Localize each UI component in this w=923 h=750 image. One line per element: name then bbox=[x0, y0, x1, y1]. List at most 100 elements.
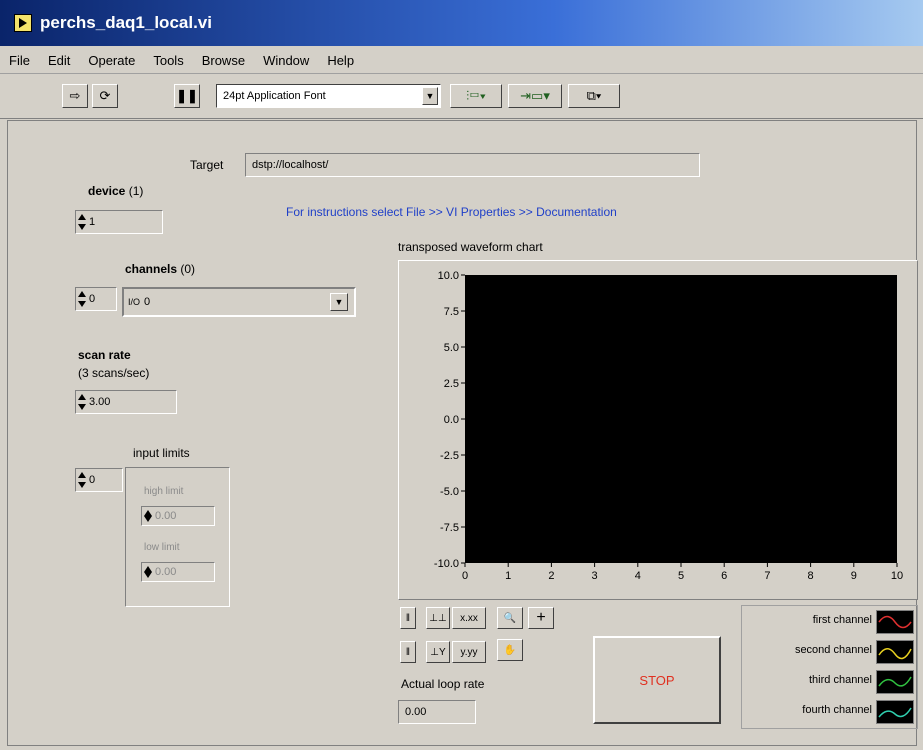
menu-file[interactable]: File bbox=[0, 53, 39, 68]
pause-button[interactable]: ❚❚ bbox=[174, 84, 200, 108]
x-tick-label: 0 bbox=[462, 570, 468, 582]
menu-operate[interactable]: Operate bbox=[79, 53, 144, 68]
device-label: device (1) bbox=[88, 184, 143, 198]
hand-icon: ✋ bbox=[503, 644, 517, 656]
y-format-icon: y.yy bbox=[460, 646, 478, 658]
legend-label: first channel bbox=[812, 614, 872, 626]
increment-decrement-icon[interactable] bbox=[144, 509, 152, 523]
scan-rate-label: scan rate bbox=[78, 348, 131, 362]
x-tick-label: 5 bbox=[678, 570, 684, 582]
font-dropdown[interactable]: 24pt Application Font ▼ bbox=[216, 84, 441, 108]
reorder-icon: ⧉▾ bbox=[586, 88, 602, 103]
menu-edit[interactable]: Edit bbox=[39, 53, 79, 68]
legend-swatch bbox=[876, 610, 914, 634]
menu-tools[interactable]: Tools bbox=[144, 53, 192, 68]
target-field[interactable]: dstp://localhost/ bbox=[245, 153, 700, 177]
legend-swatch bbox=[876, 670, 914, 694]
run-continuously-button[interactable]: ⟳ bbox=[92, 84, 118, 108]
menu-window[interactable]: Window bbox=[254, 53, 318, 68]
menu-browse[interactable]: Browse bbox=[193, 53, 254, 68]
waveform-chart: 10.0 7.5 5.0 2.5 0.0 -2.5 -5.0 -7.5 -10.0 0 1 2 3 4 5 6… bbox=[398, 260, 918, 600]
legend-label: third channel bbox=[809, 674, 872, 686]
y-format-button[interactable]: y.yy bbox=[452, 641, 486, 663]
device-value: 1 bbox=[89, 216, 96, 228]
x-tick-label: 2 bbox=[548, 570, 554, 582]
plot-area bbox=[465, 275, 897, 563]
increment-decrement-icon[interactable] bbox=[78, 290, 86, 308]
y-tick-label: -10.0 bbox=[434, 558, 459, 570]
input-limits-array-index[interactable]: 0 bbox=[75, 468, 123, 492]
x-format-button[interactable]: x.xx bbox=[452, 607, 486, 629]
align-objects-button[interactable]: ⫶▭▾ bbox=[450, 84, 502, 108]
channel-string-icon: I/O bbox=[128, 297, 141, 307]
legend-item[interactable]: second channel bbox=[742, 638, 918, 666]
legend-label: second channel bbox=[794, 644, 872, 656]
device-numeric[interactable]: 1 bbox=[75, 210, 163, 234]
high-limit-label: high limit bbox=[144, 486, 184, 497]
input-limits-cluster: high limit 0.00 low limit 0.00 bbox=[125, 467, 230, 607]
channels-array-index[interactable]: 0 bbox=[75, 287, 117, 311]
legend-swatch bbox=[876, 640, 914, 664]
x-scale-lock-button[interactable]: ‖ bbox=[400, 607, 416, 629]
window-title: perchs_daq1_local.vi bbox=[40, 13, 212, 32]
increment-decrement-icon[interactable] bbox=[144, 565, 152, 579]
stop-button[interactable]: STOP bbox=[593, 636, 721, 724]
input-limits-index-value: 0 bbox=[89, 474, 96, 486]
chevron-down-icon[interactable]: ▼ bbox=[330, 293, 348, 311]
x-tick-label: 10 bbox=[891, 570, 903, 582]
crosshair-icon: + bbox=[536, 609, 546, 626]
x-tick-label: 3 bbox=[592, 570, 598, 582]
high-limit-value: 0.00 bbox=[155, 510, 177, 522]
title-bar: perchs_daq1_local.vi bbox=[0, 0, 923, 46]
run-button[interactable]: ⇨ bbox=[62, 84, 88, 108]
scan-rate-numeric[interactable]: 3.00 bbox=[75, 390, 177, 414]
x-autoscale-button[interactable]: ⊥⊥ bbox=[426, 607, 450, 629]
legend-item[interactable]: first channel bbox=[742, 608, 918, 636]
distribute-objects-button[interactable]: ⇥▭▾ bbox=[508, 84, 562, 108]
y-tick-label: 0.0 bbox=[444, 414, 459, 426]
pan-button[interactable]: ✋ bbox=[497, 639, 523, 661]
menu-bar: File Edit Operate Tools Browse Window He… bbox=[0, 47, 923, 74]
waveform-chart-svg: 10.0 7.5 5.0 2.5 0.0 -2.5 -5.0 -7.5 -10.00 1 2 3 4 5 6… bbox=[434, 270, 903, 582]
channels-label-suffix: (0) bbox=[180, 262, 196, 276]
zoom-button[interactable]: 🔍 bbox=[497, 607, 523, 629]
legend-label: fourth channel bbox=[802, 704, 872, 716]
y-scale-icon: ⊥Y bbox=[430, 646, 446, 658]
lock-icon: ‖ bbox=[405, 612, 411, 624]
y-tick-label: 10.0 bbox=[438, 270, 459, 282]
menu-help[interactable]: Help bbox=[318, 53, 363, 68]
loop-rate-indicator: 0.00 bbox=[398, 700, 476, 724]
x-tick-label: 1 bbox=[505, 570, 511, 582]
reorder-button[interactable]: ⧉▾ bbox=[568, 84, 620, 108]
y-autoscale-button[interactable]: ⊥Y bbox=[426, 641, 450, 663]
align-icon: ⫶▭▾ bbox=[466, 88, 486, 103]
instructions-text: For instructions select File >> VI Prope… bbox=[286, 205, 617, 219]
x-tick-label: 9 bbox=[851, 570, 857, 582]
zoom-icon: 🔍 bbox=[503, 612, 517, 624]
legend-item[interactable]: fourth channel bbox=[742, 698, 918, 726]
lock-icon: ‖ bbox=[405, 646, 411, 658]
channels-index-value: 0 bbox=[89, 293, 96, 305]
x-format-icon: x.xx bbox=[460, 612, 478, 624]
y-scale-lock-button[interactable]: ‖ bbox=[400, 641, 416, 663]
channels-label-text: channels bbox=[125, 262, 178, 276]
distribute-icon: ⇥▭▾ bbox=[520, 88, 550, 103]
legend-swatch bbox=[876, 700, 914, 724]
increment-decrement-icon[interactable] bbox=[78, 213, 86, 231]
high-limit-numeric[interactable]: 0.00 bbox=[141, 506, 215, 526]
x-tick-label: 7 bbox=[764, 570, 770, 582]
y-tick-label: 5.0 bbox=[444, 342, 459, 354]
device-label-suffix: (1) bbox=[128, 184, 144, 198]
low-limit-numeric[interactable]: 0.00 bbox=[141, 562, 215, 582]
x-scale-icon: ⊥⊥ bbox=[429, 612, 447, 624]
chevron-down-icon: ▼ bbox=[422, 87, 438, 105]
legend-item[interactable]: third channel bbox=[742, 668, 918, 696]
cursor-button[interactable]: + bbox=[528, 607, 554, 629]
increment-decrement-icon[interactable] bbox=[78, 393, 86, 411]
y-tick-label: -2.5 bbox=[440, 450, 459, 462]
increment-decrement-icon[interactable] bbox=[78, 471, 86, 489]
loop-rate-value: 0.00 bbox=[405, 706, 427, 718]
device-label-text: device bbox=[88, 184, 126, 198]
channels-ring[interactable]: I/O 0 ▼ bbox=[122, 287, 356, 317]
low-limit-label: low limit bbox=[144, 542, 180, 553]
